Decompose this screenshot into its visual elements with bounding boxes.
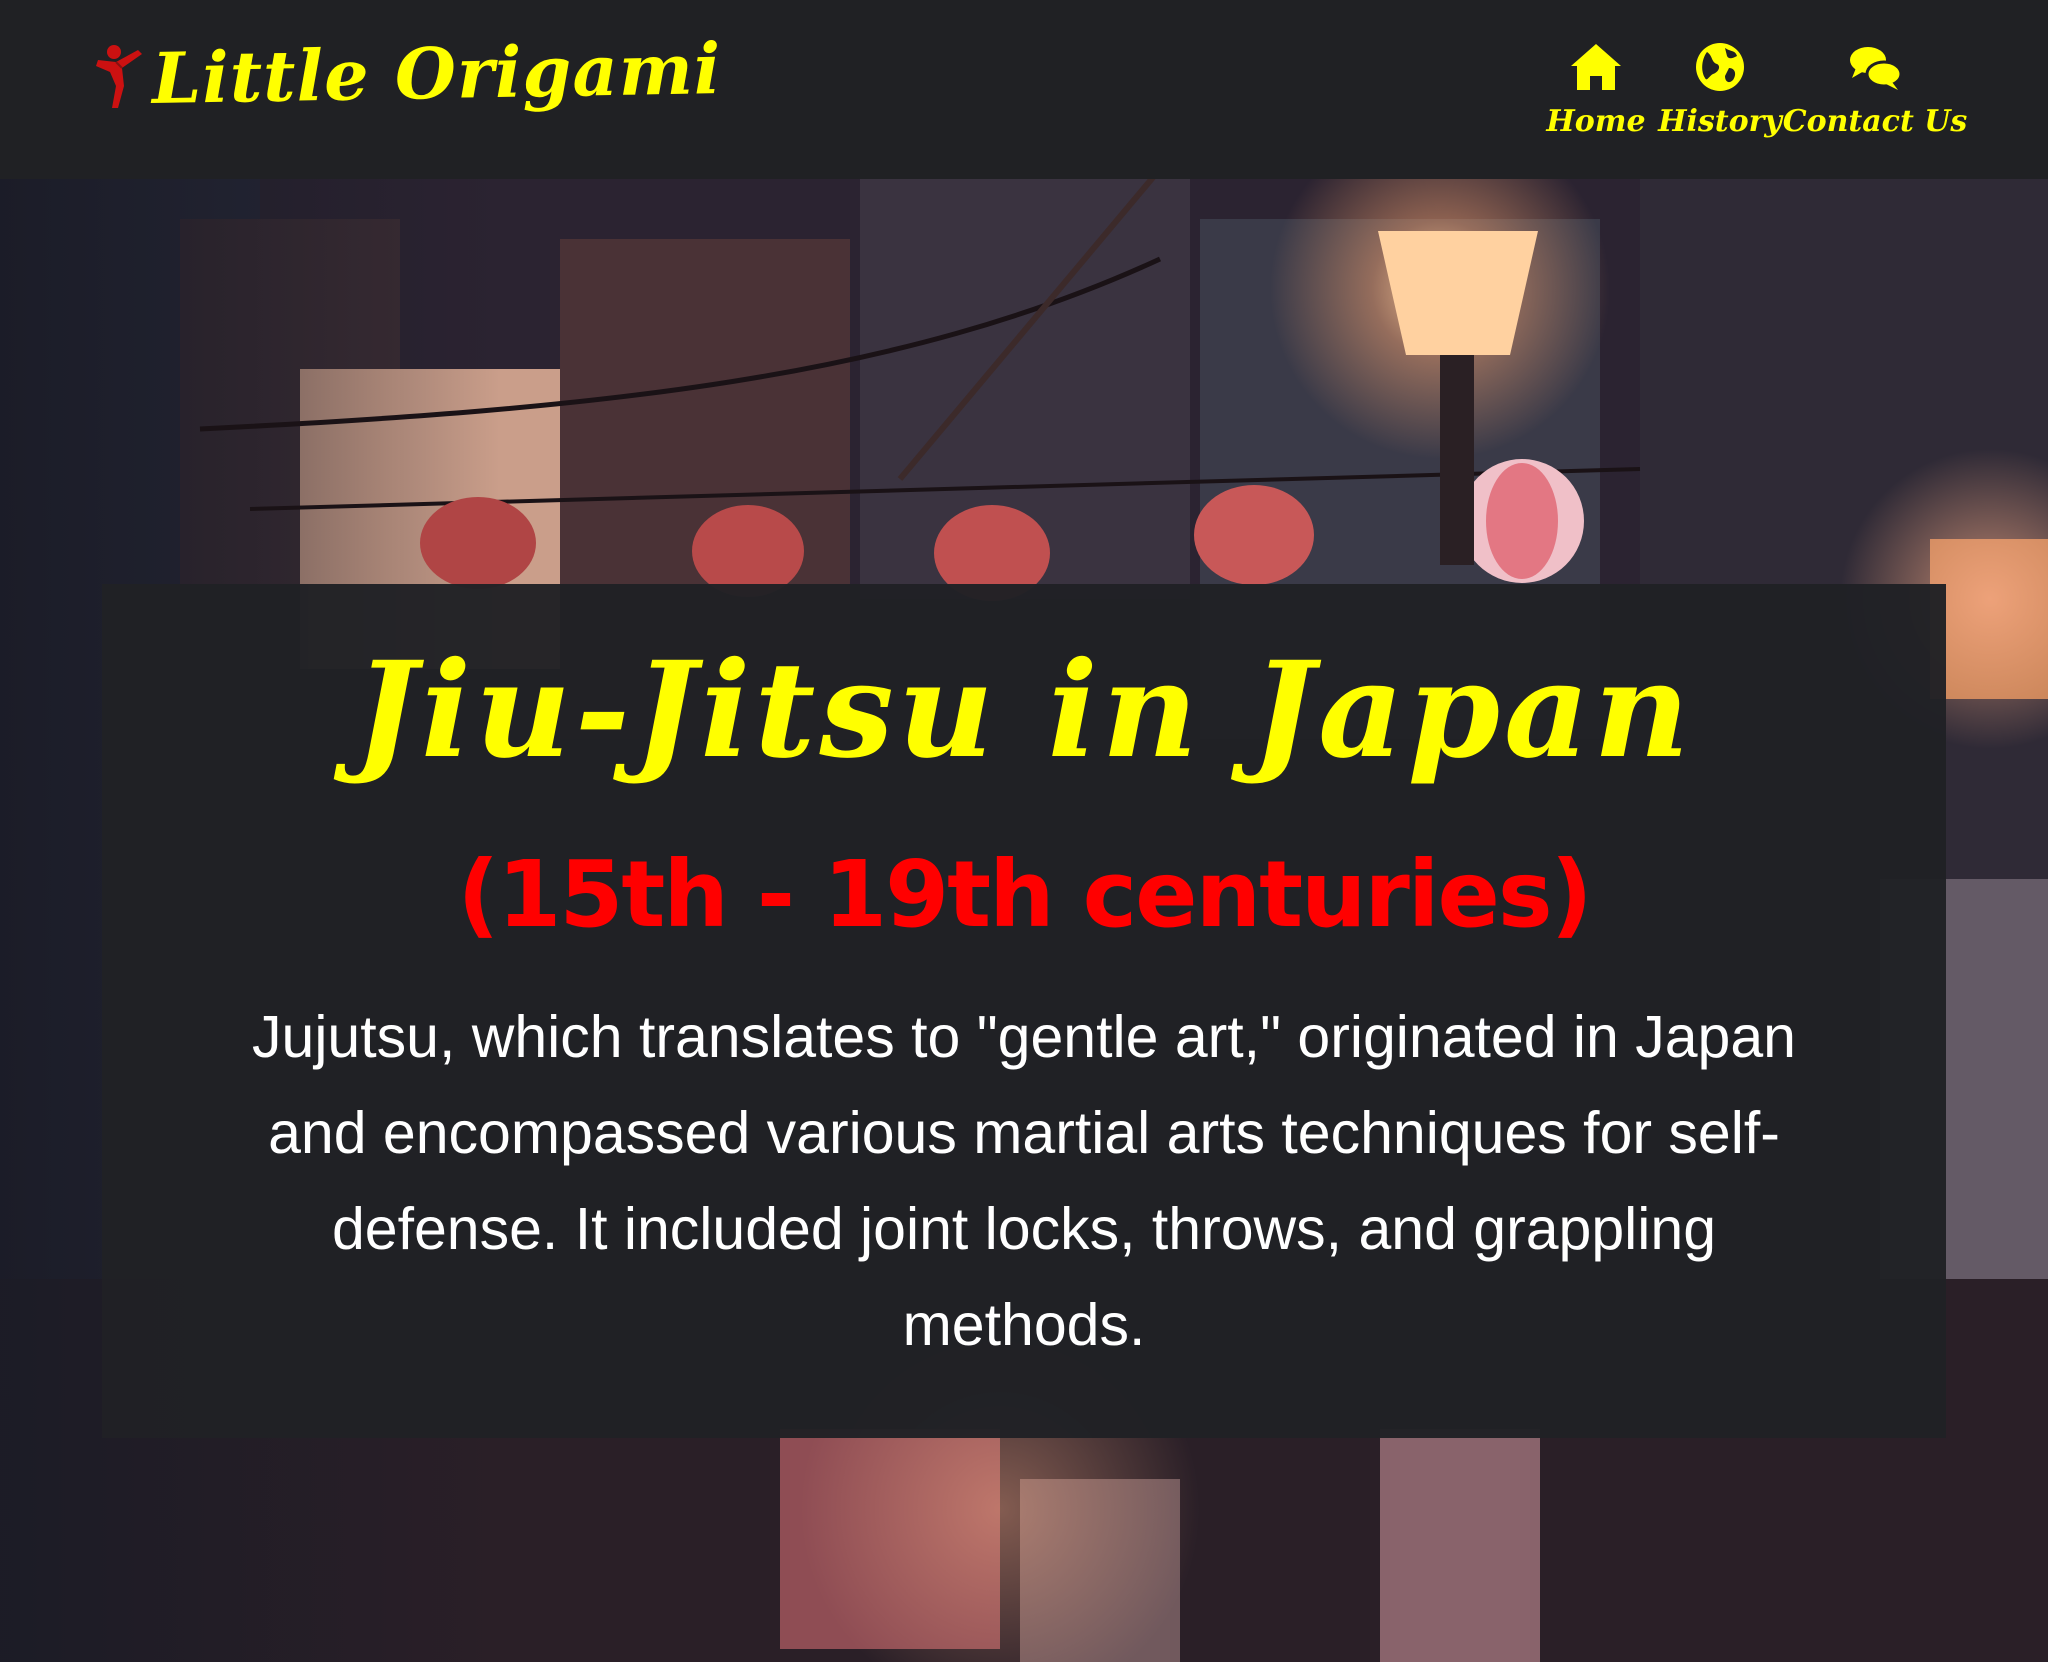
main-nav: Home History Contact Us — [1540, 38, 1967, 148]
nav-home[interactable]: Home — [1546, 38, 1646, 140]
globe-icon — [1696, 43, 1744, 91]
nav-history[interactable]: History — [1658, 38, 1782, 140]
intro-paragraph: Jujutsu, which translates to "gentle art… — [252, 1004, 1796, 1358]
hero-section: Jiu-Jitsu in Japan (15th - 19th centurie… — [0, 179, 2048, 1662]
brand-link[interactable]: Little Origami — [94, 27, 722, 120]
nav-label-history: History — [1658, 104, 1782, 139]
nav-label-home: Home — [1546, 104, 1646, 139]
karate-kick-icon — [96, 45, 142, 108]
home-icon — [1571, 44, 1621, 90]
page-title: Jiu-Jitsu in Japan — [354, 633, 1694, 788]
site-header: Little Origami Home History Contact Us — [0, 0, 2048, 179]
nav-contact-us[interactable]: Contact Us — [1783, 38, 1967, 140]
content-card: Jiu-Jitsu in Japan (15th - 19th centurie… — [102, 584, 1946, 1438]
page-subtitle: (15th - 19th centuries) — [457, 841, 1592, 948]
brand-name: Little Origami — [151, 27, 723, 120]
chat-bubbles-icon — [1850, 47, 1903, 90]
nav-label-contact-us: Contact Us — [1782, 104, 1968, 139]
